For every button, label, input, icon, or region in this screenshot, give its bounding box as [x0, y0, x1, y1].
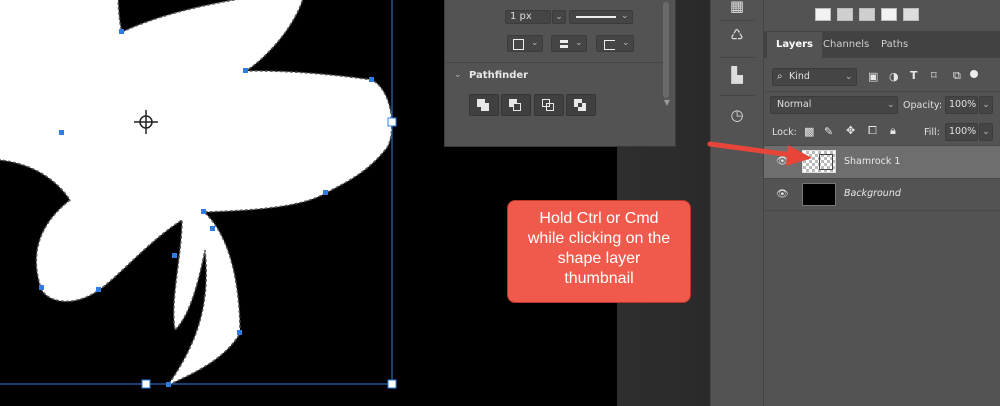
fill-value: 100%	[949, 126, 977, 137]
path-arrangement-button[interactable]: ⌄	[551, 35, 587, 52]
chevron-down-icon: ⌄	[982, 100, 990, 110]
callout-line: shape layer	[557, 250, 641, 267]
fill-field[interactable]: 100%	[945, 123, 978, 141]
shamrock-path	[0, 0, 393, 387]
filter-type-layer-icon[interactable]: T	[910, 69, 918, 82]
transform-handle	[141, 379, 151, 389]
collapse-caret-icon[interactable]: ⌄	[454, 70, 462, 80]
prevent-autonest-icon[interactable]: ⧠	[868, 124, 877, 138]
fill-label: Fill:	[924, 127, 940, 138]
lock-position-icon[interactable]: ✥	[846, 124, 855, 137]
anchor-point	[243, 68, 248, 73]
layers-panel-group: Layers Channels Paths ⌕ Kind ⌄ ▣ ◑ T ⌑ ⧉…	[764, 0, 1000, 406]
filter-toggle-icon[interactable]	[970, 70, 978, 78]
chevron-down-icon: ⌄	[845, 72, 853, 82]
panel-icon-strip: ▦ ♺ ▙ ◷	[710, 0, 764, 406]
anchor-point	[237, 330, 242, 335]
history-icon[interactable]: ◷	[725, 103, 749, 127]
fill-dropdown[interactable]: ⌄	[979, 123, 993, 141]
filter-shape-layer-icon[interactable]: ⌑	[931, 69, 937, 82]
callout-line: while clicking on the	[527, 230, 671, 247]
history-brush-icon[interactable]: ♺	[725, 23, 749, 47]
style-swatch[interactable]	[881, 8, 897, 21]
scroll-down-icon[interactable]: ▼	[664, 98, 670, 107]
transform-handle	[387, 117, 397, 127]
chevron-down-icon: ⌄	[982, 127, 990, 137]
tab-channels[interactable]: Channels	[814, 32, 878, 58]
chevron-down-icon: ⌄	[531, 38, 539, 48]
transform-handle	[387, 379, 397, 389]
chevron-down-icon: ⌄	[555, 12, 563, 22]
pathfinder-title: Pathfinder	[469, 70, 529, 81]
lock-image-pixels-icon[interactable]: ✎	[824, 125, 833, 138]
panel-scrollbar[interactable]	[663, 2, 669, 98]
anchor-point	[96, 287, 101, 292]
callout-line: thumbnail	[564, 270, 634, 287]
style-swatch[interactable]	[837, 8, 853, 21]
unite-shapes-button[interactable]	[469, 94, 499, 116]
filter-smart-object-icon[interactable]: ⧉	[953, 69, 961, 83]
search-icon: ⌕	[777, 71, 783, 82]
path-operations-button[interactable]: ⌄	[596, 35, 634, 52]
path-ops-icon	[604, 40, 615, 50]
opacity-value: 100%	[949, 99, 977, 110]
stroke-line-preview	[576, 16, 616, 18]
filter-kind-dropdown[interactable]: ⌕ Kind ⌄	[772, 68, 857, 86]
style-swatch[interactable]	[815, 8, 831, 21]
style-swatch-row	[764, 0, 1000, 32]
chevron-down-icon: ⌄	[622, 38, 630, 48]
arrange-icon	[560, 40, 568, 43]
blend-mode-value: Normal	[777, 99, 812, 110]
anchor-point	[201, 209, 206, 214]
layer-name: Shamrock 1	[844, 156, 901, 167]
opacity-dropdown[interactable]: ⌄	[979, 96, 993, 114]
style-swatch[interactable]	[903, 8, 919, 21]
filter-pixel-layer-icon[interactable]: ▣	[868, 70, 878, 83]
anchor-point	[119, 29, 124, 34]
tab-paths[interactable]: Paths	[872, 32, 917, 58]
blend-mode-dropdown[interactable]: Normal ⌄	[770, 96, 898, 114]
chevron-down-icon: ⌄	[887, 100, 895, 110]
opacity-label: Opacity:	[903, 100, 943, 111]
chevron-down-icon: ⌄	[575, 38, 583, 48]
intersect-shapes-button[interactable]	[534, 94, 564, 116]
subtract-front-shape-button[interactable]	[501, 94, 531, 116]
callout-line: Hold Ctrl or Cmd	[539, 210, 659, 227]
anchor-point	[369, 77, 374, 82]
stroke-style-dropdown[interactable]: ⌄	[569, 10, 633, 24]
stroke-width-dropdown[interactable]: ⌄	[552, 10, 566, 24]
libraries-icon[interactable]: ▙	[725, 63, 749, 87]
instruction-callout: Hold Ctrl or Cmd while clicking on the s…	[507, 200, 691, 303]
background-layer-thumbnail[interactable]	[802, 183, 836, 206]
anchor-point	[323, 190, 328, 195]
chevron-down-icon: ⌄	[621, 11, 629, 21]
properties-panel[interactable]: 1 px ⌄ ⌄ ⌄ ⌄ ⌄ ⌄ Pathfinder ▼	[444, 0, 676, 147]
anchor-point	[210, 226, 215, 231]
filter-adjustment-layer-icon[interactable]: ◑	[889, 70, 899, 83]
pointer-arrow-icon	[707, 141, 812, 166]
layer-row-background[interactable]: 👁︎ Background	[764, 179, 1000, 210]
anchor-point	[172, 253, 177, 258]
anchor-point	[39, 285, 44, 290]
layer-name: Background	[844, 188, 901, 199]
eye-icon[interactable]: 👁︎	[776, 189, 789, 200]
style-swatch[interactable]	[859, 8, 875, 21]
panel-tabs: Layers Channels Paths	[764, 32, 1000, 58]
stroke-width-value: 1 px	[510, 11, 532, 22]
adjustments-icon[interactable]: ▦	[725, 0, 749, 18]
anchor-point	[59, 130, 64, 135]
vector-mask-icon	[819, 154, 833, 170]
stroke-width-field[interactable]: 1 px	[505, 10, 551, 24]
align-icon	[513, 39, 524, 50]
lock-all-icon[interactable]: 🔒︎	[890, 124, 896, 138]
anchor-point	[166, 382, 171, 387]
filter-kind-value: Kind	[789, 71, 810, 82]
opacity-field[interactable]: 100%	[945, 96, 978, 114]
exclude-overlapping-shapes-button[interactable]	[566, 94, 596, 116]
align-edges-button[interactable]: ⌄	[507, 35, 543, 52]
